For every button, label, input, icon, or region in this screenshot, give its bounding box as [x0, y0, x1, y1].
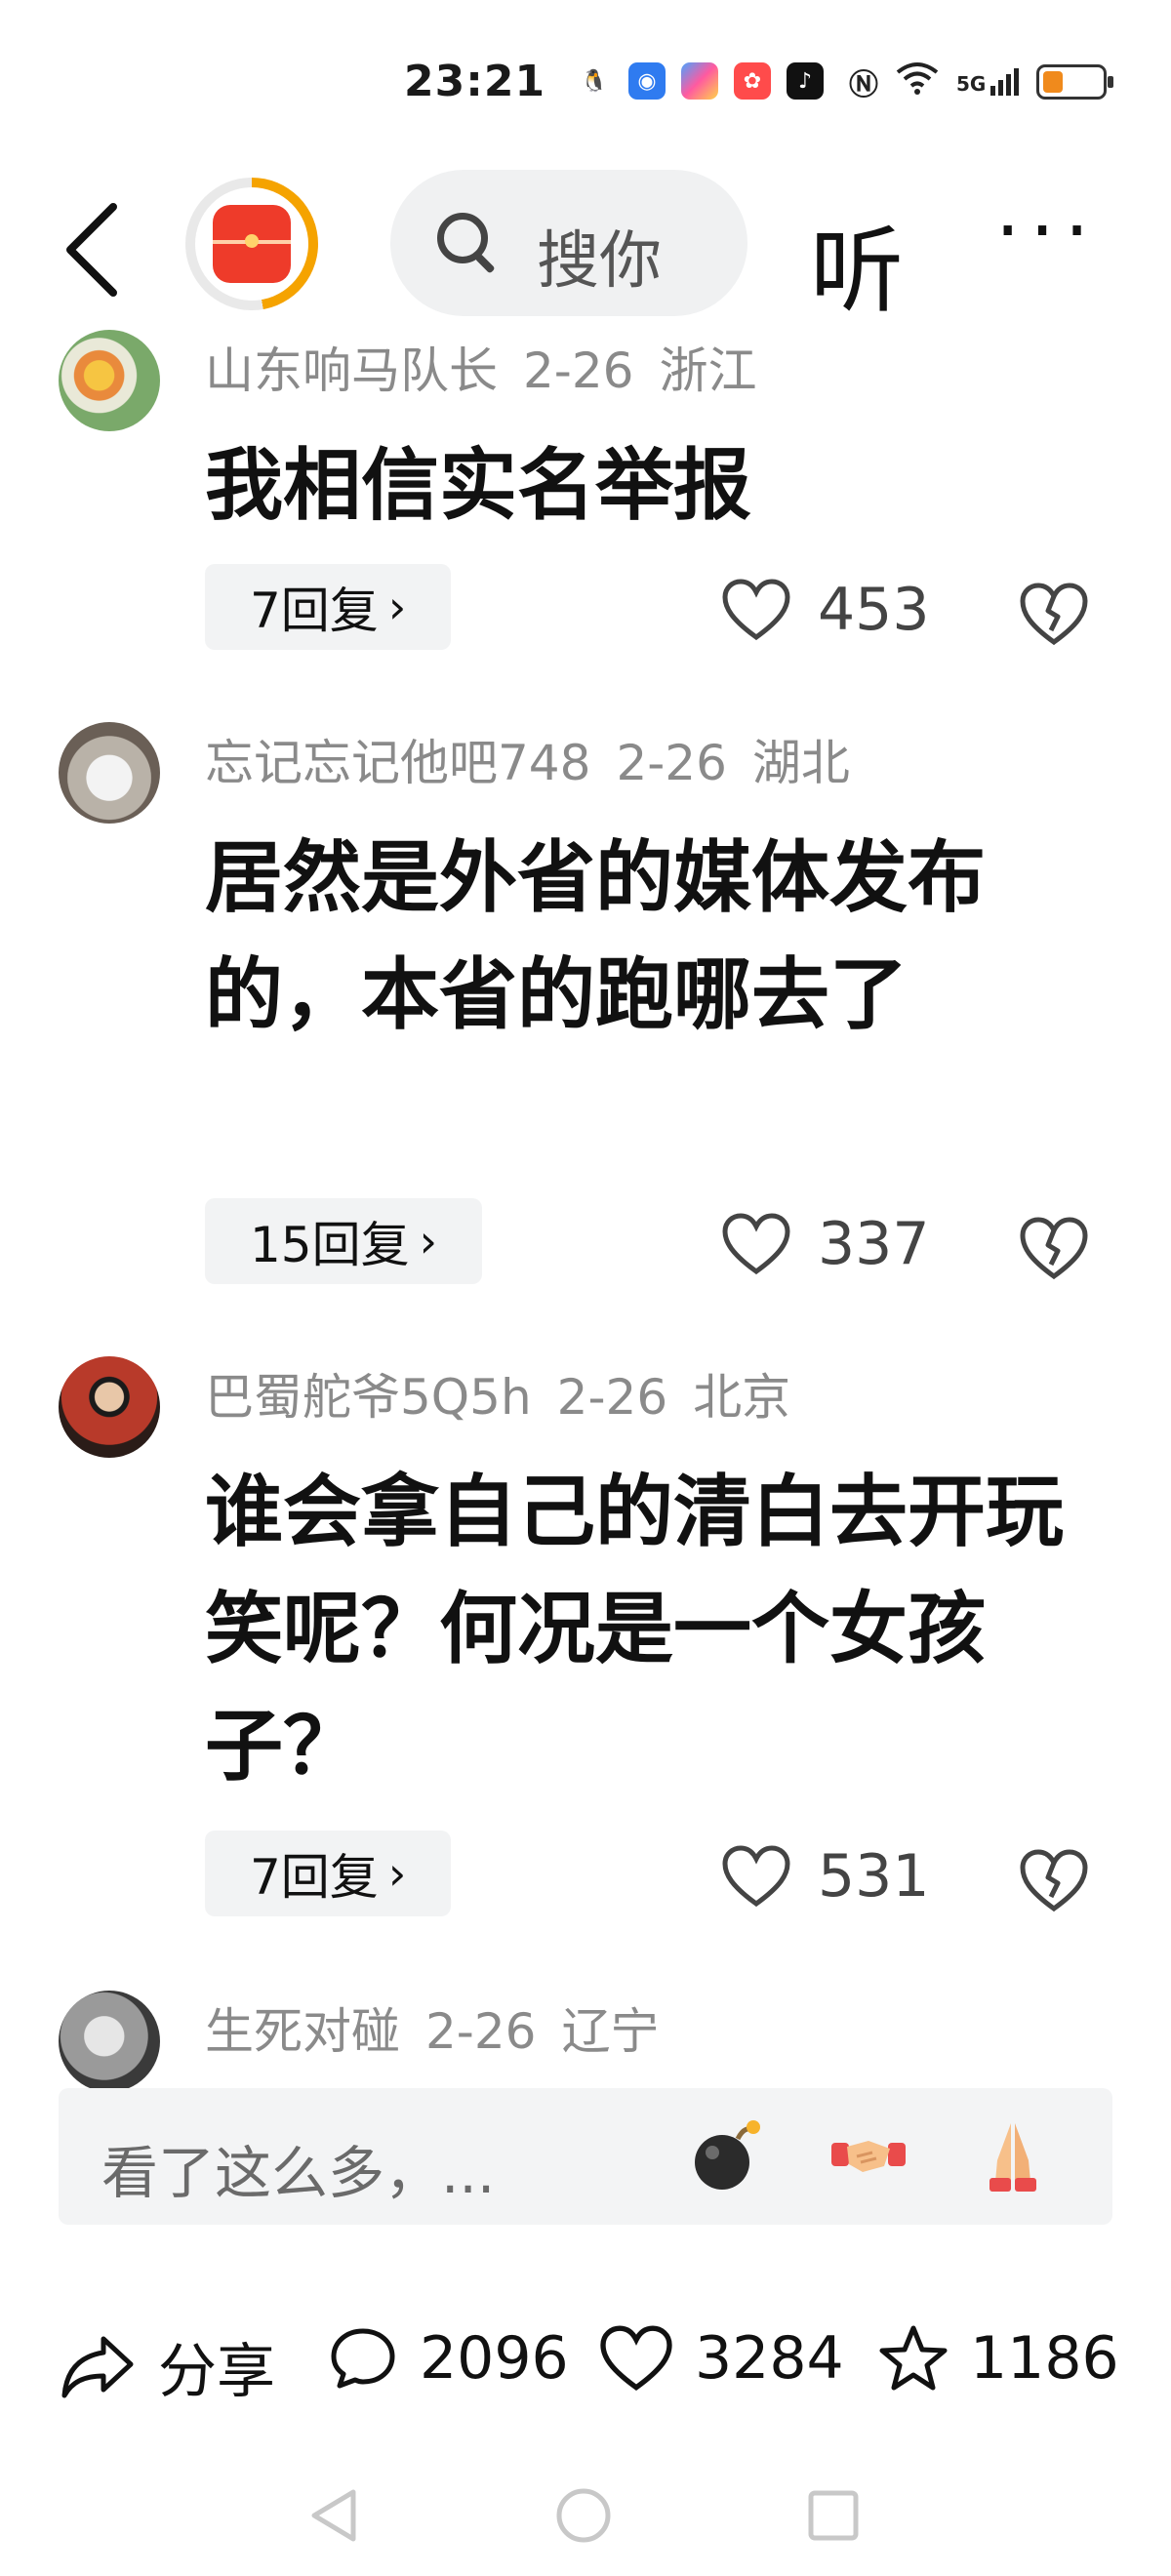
- pray-icon[interactable]: [974, 2117, 1052, 2195]
- heart-icon: [722, 1845, 790, 1908]
- comment-date: 2-26: [616, 735, 727, 791]
- like-count: 531: [818, 1842, 930, 1911]
- comment-count: 2096: [420, 2324, 569, 2393]
- comment-username[interactable]: 忘记忘记他吧748: [205, 735, 590, 791]
- top-nav: 搜你 听 ···: [0, 166, 1171, 326]
- comment-region: 北京: [693, 1369, 791, 1426]
- comment-region: 浙江: [659, 342, 757, 399]
- broken-heart-icon[interactable]: [1019, 1848, 1089, 1912]
- replies-count: 15回复: [250, 1217, 410, 1273]
- comment-text[interactable]: 谁会拿自己的清白去开玩笑呢？何况是一个女孩子？: [205, 1454, 1064, 1805]
- heart-icon: [722, 579, 790, 641]
- circle-home-icon[interactable]: [554, 2486, 613, 2545]
- avatar[interactable]: [59, 722, 160, 824]
- chevron-right-icon: ›: [419, 1215, 438, 1268]
- search-placeholder: 搜你: [537, 225, 662, 298]
- comment-bubble-icon: [331, 2328, 395, 2389]
- comment-date: 2-26: [523, 342, 634, 399]
- signal-icon: 5G: [956, 68, 1020, 96]
- favorite-button[interactable]: 1186: [878, 2324, 1119, 2393]
- comment-input-bar[interactable]: 看了这么多，...: [59, 2088, 1112, 2225]
- app-red-icon: ✿: [734, 62, 771, 100]
- replies-button[interactable]: 15回复 ›: [205, 1198, 483, 1284]
- heart-icon: [600, 2325, 672, 2392]
- comment-meta: 巴蜀舵爷5Q5h 2-26 北京: [205, 1358, 816, 1429]
- like-count: 337: [818, 1210, 930, 1278]
- share-icon: [61, 2336, 134, 2397]
- qq-icon: 🐧: [576, 62, 613, 100]
- comment-date: 2-26: [556, 1369, 668, 1426]
- tiktok-icon: ♪: [787, 62, 824, 100]
- status-time: 23:21: [404, 57, 546, 106]
- comment-text[interactable]: 我相信实名举报: [205, 427, 1064, 544]
- heart-icon: [722, 1213, 790, 1275]
- share-button[interactable]: 分享: [59, 2324, 275, 2409]
- comment-region: 辽宁: [561, 2003, 660, 2060]
- back-button[interactable]: [57, 195, 144, 302]
- search-icon: [437, 213, 488, 263]
- bomb-icon[interactable]: [687, 2117, 765, 2195]
- like-post-button[interactable]: 3284: [599, 2324, 844, 2393]
- like-button[interactable]: 337: [722, 1210, 930, 1278]
- like-button[interactable]: 531: [722, 1842, 930, 1911]
- comment-username[interactable]: 巴蜀舵爷5Q5h: [205, 1369, 532, 1426]
- comment-input-hint[interactable]: 看了这么多，...: [101, 2127, 495, 2209]
- comment-meta: 山东响马队长 2-26 浙江: [205, 332, 782, 402]
- app-colorful-icon: [681, 62, 718, 100]
- triangle-back-icon[interactable]: [306, 2486, 361, 2545]
- replies-count: 7回复: [250, 583, 379, 639]
- comment-username[interactable]: 山东响马队长: [205, 342, 498, 399]
- comment-region: 湖北: [751, 735, 850, 791]
- avatar[interactable]: [59, 330, 160, 431]
- comment-meta: 忘记忘记他吧748 2-26 湖北: [205, 724, 875, 794]
- comment-text[interactable]: 居然是外省的媒体发布的，本省的跑哪去了: [205, 820, 1064, 1054]
- chevron-right-icon: ›: [387, 1847, 407, 1900]
- share-label: 分享: [158, 2338, 275, 2406]
- status-bar: 23:21 🐧 ◉ ✿ ♪ Ⓝ 5G: [0, 0, 1171, 156]
- comment-date: 2-26: [425, 2003, 537, 2060]
- favorite-count: 1186: [970, 2324, 1119, 2393]
- wifi-icon: [896, 60, 939, 103]
- handshake-icon[interactable]: [829, 2117, 908, 2195]
- square-recents-icon[interactable]: [806, 2488, 861, 2543]
- nfc-icon: Ⓝ: [849, 68, 878, 102]
- like-count: 3284: [695, 2324, 844, 2393]
- status-right: Ⓝ 5G: [849, 60, 1114, 103]
- replies-button[interactable]: 7回复 ›: [205, 1831, 452, 1916]
- comment-meta: 生死对碰 2-26 辽宁: [205, 1992, 684, 2063]
- comment-button[interactable]: 2096: [328, 2324, 569, 2393]
- replies-button[interactable]: 7回复 ›: [205, 564, 452, 650]
- broken-heart-icon[interactable]: [1019, 582, 1089, 646]
- like-count: 453: [818, 576, 930, 644]
- more-button[interactable]: ···: [995, 185, 1099, 276]
- battery-level-fill: [1043, 71, 1064, 93]
- avatar[interactable]: [59, 1356, 160, 1458]
- search-bar[interactable]: 搜你: [390, 170, 747, 316]
- chevron-right-icon: ›: [387, 581, 407, 633]
- red-packet-icon: [213, 205, 291, 283]
- replies-count: 7回复: [250, 1849, 379, 1906]
- star-icon: [879, 2325, 948, 2391]
- status-app-icons: 🐧 ◉ ✿ ♪: [576, 62, 824, 100]
- comment-item: 生死对碰 2-26 辽宁: [0, 1991, 1171, 2088]
- like-button[interactable]: 453: [722, 576, 930, 644]
- bottom-action-bar: 分享 2096 3284 1186: [0, 2303, 1171, 2420]
- avatar[interactable]: [59, 1991, 160, 2088]
- chevron-left-icon: [66, 203, 117, 297]
- system-nav-bar: [0, 2459, 1171, 2576]
- app-blue-icon: ◉: [628, 62, 666, 100]
- battery-icon: [1036, 64, 1114, 100]
- red-packet-button[interactable]: [185, 178, 318, 310]
- listen-button[interactable]: 听: [810, 195, 904, 331]
- comment-username[interactable]: 生死对碰: [205, 2003, 400, 2060]
- broken-heart-icon[interactable]: [1019, 1216, 1089, 1280]
